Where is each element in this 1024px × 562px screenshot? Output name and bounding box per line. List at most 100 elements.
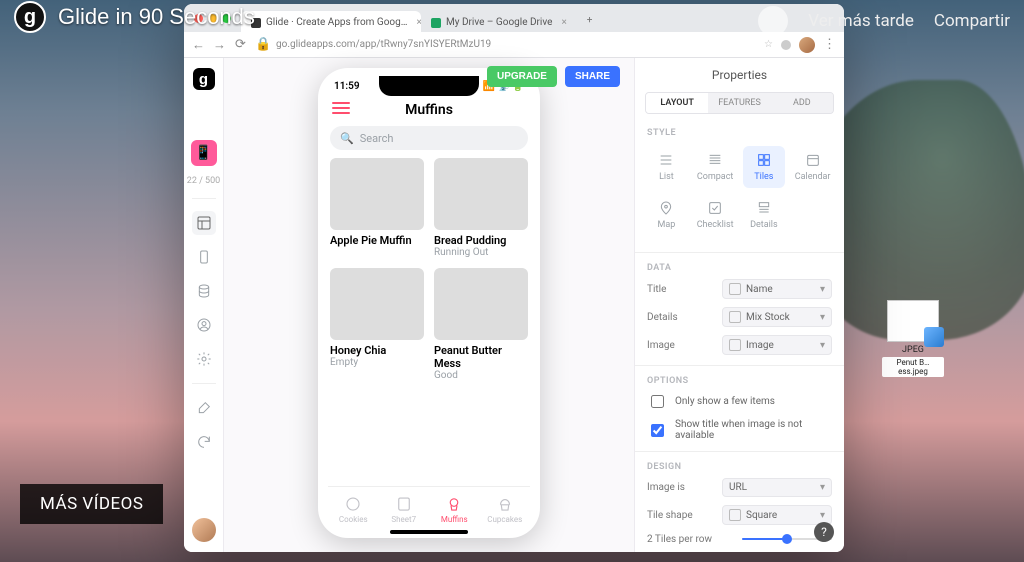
tile-image <box>330 158 424 230</box>
share-button[interactable]: SHARE <box>565 66 620 87</box>
glide-logo[interactable]: g <box>193 68 215 90</box>
phone-time: 11:59 <box>334 81 360 92</box>
select-image[interactable]: Image▾ <box>722 335 832 355</box>
tile-title: Bread Pudding <box>434 234 528 247</box>
tile-item[interactable]: Apple Pie Muffin <box>330 158 424 258</box>
tile-subtitle: Empty <box>330 357 424 368</box>
share-label[interactable]: Compartir <box>934 11 1010 31</box>
checkbox-few-items[interactable]: Only show a few items <box>635 388 844 415</box>
select-imageis[interactable]: URL▾ <box>722 478 832 497</box>
style-calendar[interactable]: Calendar <box>791 146 834 188</box>
tile-item[interactable]: Honey Chia Empty <box>330 268 424 381</box>
browser-window: Glide · Create Apps from Goog… × My Driv… <box>184 4 844 552</box>
seg-add[interactable]: ADD <box>771 93 833 113</box>
user-avatar[interactable] <box>192 518 216 542</box>
upgrade-button[interactable]: UPGRADE <box>487 66 557 87</box>
settings-icon[interactable] <box>192 347 216 371</box>
properties-panel: Properties LAYOUT FEATURES ADD STYLE Lis… <box>634 58 844 552</box>
panel-tabs: LAYOUT FEATURES ADD <box>645 92 834 114</box>
left-rail: g 📱 22 / 500 <box>184 58 224 552</box>
label-title: Title <box>647 284 666 295</box>
bottom-tabbar: Cookies Sheet7 Muffins Cupcakes <box>328 486 530 532</box>
style-details[interactable]: Details <box>743 194 786 236</box>
chevron-down-icon: ▾ <box>820 482 825 493</box>
file-thumb <box>887 300 939 342</box>
chevron-down-icon: ▾ <box>820 312 825 323</box>
seg-features[interactable]: FEATURES <box>708 93 770 113</box>
section-options: OPTIONS <box>635 372 844 388</box>
tile-image <box>434 158 528 230</box>
refresh-icon[interactable] <box>192 430 216 454</box>
select-details[interactable]: Mix Stock▾ <box>722 307 832 327</box>
phone-preview: 11:59 📶 📡 🔋 Muffins 🔍 Search <box>318 68 540 538</box>
database-icon[interactable] <box>192 279 216 303</box>
users-icon[interactable] <box>192 313 216 337</box>
label-details: Details <box>647 312 678 323</box>
channel-avatar[interactable]: g <box>14 1 46 33</box>
style-checklist[interactable]: Checklist <box>694 194 737 236</box>
address-bar: ← → ⟳ 🔒 go.glideapps.com/app/tRwny7snYIS… <box>184 32 844 58</box>
home-indicator <box>390 530 468 534</box>
back-icon[interactable]: ← <box>192 37 205 53</box>
lock-icon: 🔒 <box>255 37 268 52</box>
phone-icon[interactable] <box>192 245 216 269</box>
tile-image <box>434 268 528 340</box>
tab-label: Cupcakes <box>487 515 522 524</box>
label-shape: Tile shape <box>647 510 693 521</box>
tab-cupcakes[interactable]: Cupcakes <box>480 487 531 532</box>
phone-notch <box>379 76 479 96</box>
tile-title: Peanut Butter Mess <box>434 344 528 370</box>
watch-later-label[interactable]: Ver más tarde <box>808 11 914 31</box>
chevron-down-icon: ▾ <box>820 340 825 351</box>
section-data: DATA <box>635 259 844 275</box>
seg-layout[interactable]: LAYOUT <box>646 93 708 113</box>
style-tiles[interactable]: Tiles <box>743 146 786 188</box>
tile-image <box>330 268 424 340</box>
eyedropper-icon[interactable] <box>192 396 216 420</box>
tile-item[interactable]: Peanut Butter Mess Good <box>434 268 528 381</box>
search-placeholder: Search <box>360 132 394 145</box>
tab-cookies[interactable]: Cookies <box>328 487 379 532</box>
forward-icon[interactable]: → <box>213 37 226 53</box>
tab-label: Sheet7 <box>391 515 416 524</box>
style-compact[interactable]: Compact <box>694 146 737 188</box>
tab-muffins[interactable]: Muffins <box>429 487 480 532</box>
file-name: Penut B…ess.jpeg <box>882 357 944 377</box>
tile-title: Honey Chia <box>330 344 424 357</box>
label-imageis: Image is <box>647 482 685 493</box>
url-field[interactable]: go.glideapps.com/app/tRwny7snYISYERtMzU1… <box>276 39 756 50</box>
profile-avatar[interactable] <box>799 37 815 53</box>
label-image: Image <box>647 340 675 351</box>
style-list[interactable]: List <box>645 146 688 188</box>
search-input[interactable]: 🔍 Search <box>330 126 528 150</box>
usage-count: 22 / 500 <box>187 176 220 186</box>
menu-icon[interactable]: ⋮ <box>823 37 836 52</box>
reload-icon[interactable]: ⟳ <box>234 37 247 52</box>
tile-item[interactable]: Bread Pudding Running Out <box>434 158 528 258</box>
canvas: UPGRADE SHARE 11:59 📶 📡 🔋 Muffins <box>224 58 634 552</box>
select-title[interactable]: Name▾ <box>722 279 832 299</box>
checkbox-show-title[interactable]: Show title when image is not available <box>635 415 844 445</box>
chevron-down-icon: ▾ <box>820 510 825 521</box>
label-tiles-per-row: 2 Tiles per row <box>647 534 712 545</box>
layout-icon[interactable] <box>192 211 216 235</box>
tile-title: Apple Pie Muffin <box>330 234 424 247</box>
select-shape[interactable]: Square▾ <box>722 505 832 525</box>
more-videos-button[interactable]: MÁS VÍDEOS <box>20 484 163 524</box>
clock-icon[interactable] <box>758 6 788 36</box>
extension-icon[interactable] <box>781 40 791 50</box>
bookmark-icon[interactable]: ☆ <box>764 39 773 50</box>
style-map[interactable]: Map <box>645 194 688 236</box>
help-button[interactable]: ? <box>814 522 834 542</box>
section-style: STYLE <box>635 124 844 140</box>
desktop-file[interactable]: JPEG Penut B…ess.jpeg <box>882 300 944 377</box>
tile-subtitle: Running Out <box>434 247 528 258</box>
tab-sheet[interactable]: Sheet7 <box>379 487 430 532</box>
search-icon: 🔍 <box>340 132 354 145</box>
hamburger-icon[interactable] <box>332 102 350 114</box>
properties-title: Properties <box>635 58 844 92</box>
tab-label: Muffins <box>441 515 468 524</box>
app-icon[interactable]: 📱 <box>191 140 217 166</box>
chevron-down-icon: ▾ <box>820 284 825 295</box>
tile-subtitle: Good <box>434 370 528 381</box>
